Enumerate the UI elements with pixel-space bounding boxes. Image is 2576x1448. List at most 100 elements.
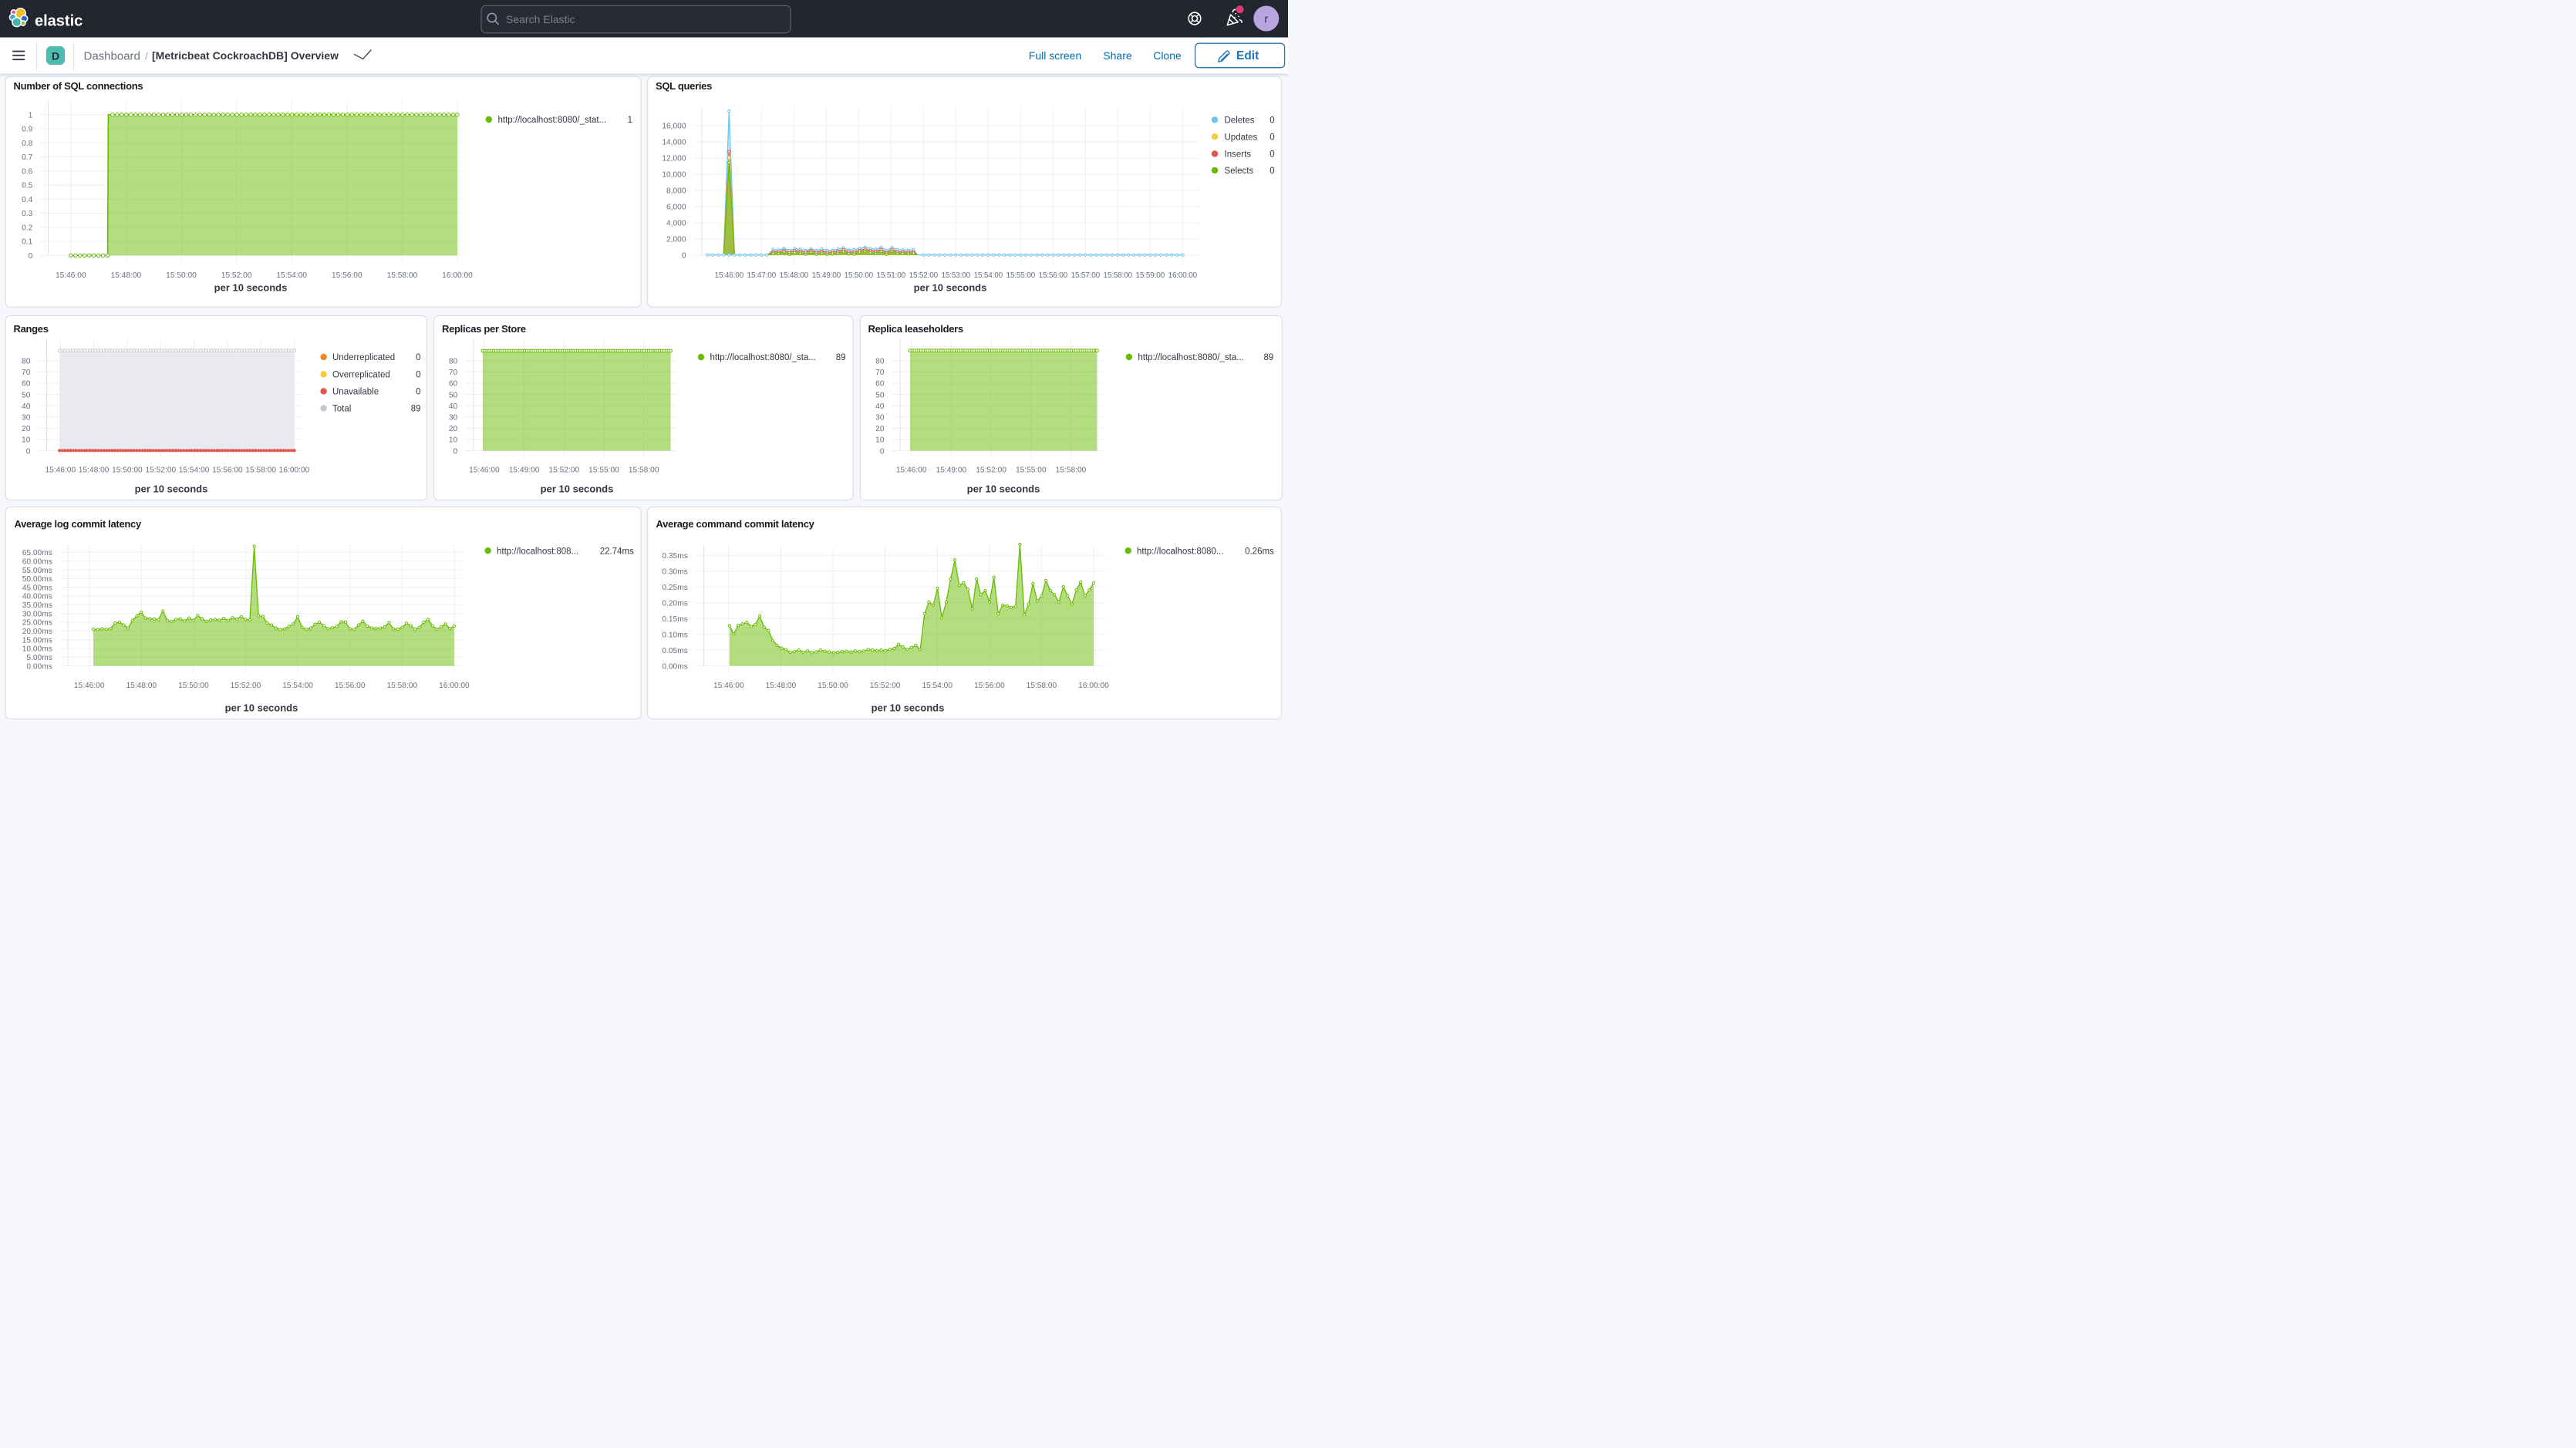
svg-text:10,000: 10,000 xyxy=(662,171,686,180)
svg-text:D: D xyxy=(52,50,59,62)
svg-text:8,000: 8,000 xyxy=(666,187,686,196)
svg-text:0: 0 xyxy=(682,252,686,261)
svg-text:15:52:00: 15:52:00 xyxy=(909,271,939,280)
svg-text:0.4: 0.4 xyxy=(22,196,32,204)
svg-text:Search Elastic: Search Elastic xyxy=(506,13,575,25)
svg-text:10.00ms: 10.00ms xyxy=(22,645,52,654)
svg-text:15:46:00: 15:46:00 xyxy=(56,271,86,280)
svg-text:15:52:00: 15:52:00 xyxy=(870,682,901,690)
svg-text:10: 10 xyxy=(875,436,885,445)
svg-text:60.00ms: 60.00ms xyxy=(22,558,52,567)
svg-text:15:48:00: 15:48:00 xyxy=(79,466,110,475)
svg-text:15:50:00: 15:50:00 xyxy=(845,271,874,280)
svg-text:0: 0 xyxy=(1269,150,1274,160)
svg-text:15:58:00: 15:58:00 xyxy=(387,271,418,280)
svg-text:30: 30 xyxy=(449,414,458,423)
svg-text:Overreplicated: Overreplicated xyxy=(332,371,390,380)
svg-text:15:46:00: 15:46:00 xyxy=(896,466,927,475)
svg-text:16:00:00: 16:00:00 xyxy=(439,682,470,690)
svg-text:10: 10 xyxy=(22,436,31,445)
svg-text:40: 40 xyxy=(875,402,885,411)
svg-text:15:55:00: 15:55:00 xyxy=(588,466,619,475)
svg-text:16:00:00: 16:00:00 xyxy=(1078,682,1109,690)
svg-text:12,000: 12,000 xyxy=(662,155,686,163)
svg-text:Updates: Updates xyxy=(1225,133,1258,142)
svg-text:20.00ms: 20.00ms xyxy=(22,628,52,636)
svg-text:Replicas per Store: Replicas per Store xyxy=(442,323,526,335)
svg-text:0.5: 0.5 xyxy=(22,182,32,190)
svg-text:15:52:00: 15:52:00 xyxy=(548,466,579,475)
svg-text:Average log commit latency: Average log commit latency xyxy=(15,518,142,530)
svg-text:15:58:00: 15:58:00 xyxy=(629,466,659,475)
svg-text:Edit: Edit xyxy=(1236,49,1259,62)
svg-text:per 10 seconds: per 10 seconds xyxy=(872,702,945,714)
svg-text:20: 20 xyxy=(449,425,458,433)
svg-text:15:50:00: 15:50:00 xyxy=(818,682,848,690)
svg-text:0: 0 xyxy=(453,447,458,456)
svg-text:0.15ms: 0.15ms xyxy=(662,615,687,624)
svg-text:0.9: 0.9 xyxy=(22,126,32,134)
svg-text:15:49:00: 15:49:00 xyxy=(812,271,841,280)
svg-text:89: 89 xyxy=(411,405,421,414)
svg-text:15:52:00: 15:52:00 xyxy=(231,682,261,690)
svg-text:Full screen: Full screen xyxy=(1029,49,1081,62)
svg-text:6,000: 6,000 xyxy=(666,204,686,212)
svg-text:15:52:00: 15:52:00 xyxy=(221,271,252,280)
svg-text:30: 30 xyxy=(22,414,31,423)
svg-text:22.74ms: 22.74ms xyxy=(600,547,634,556)
svg-text:15:48:00: 15:48:00 xyxy=(126,682,157,690)
svg-text:15:46:00: 15:46:00 xyxy=(74,682,105,690)
svg-text:15:54:00: 15:54:00 xyxy=(974,271,1003,280)
svg-text:15:48:00: 15:48:00 xyxy=(780,271,809,280)
svg-text:15:55:00: 15:55:00 xyxy=(1006,271,1036,280)
svg-text:0: 0 xyxy=(416,371,420,380)
svg-text:16,000: 16,000 xyxy=(662,123,686,131)
svg-text:Number of SQL connections: Number of SQL connections xyxy=(14,80,143,92)
svg-text:30: 30 xyxy=(875,414,885,423)
svg-text:/: / xyxy=(145,50,148,62)
svg-text:http://localhost:808...: http://localhost:808... xyxy=(497,547,578,556)
svg-text:15:50:00: 15:50:00 xyxy=(112,466,143,475)
svg-text:0.1: 0.1 xyxy=(22,238,32,247)
svg-text:http://localhost:8080/_sta...: http://localhost:8080/_sta... xyxy=(1138,353,1243,362)
svg-text:0.00ms: 0.00ms xyxy=(26,662,52,671)
svg-text:70: 70 xyxy=(22,369,31,377)
svg-text:45.00ms: 45.00ms xyxy=(22,584,52,592)
svg-text:15:58:00: 15:58:00 xyxy=(386,682,417,690)
svg-text:16:00:00: 16:00:00 xyxy=(442,271,473,280)
svg-text:1: 1 xyxy=(29,111,33,120)
svg-text:15:56:00: 15:56:00 xyxy=(335,682,366,690)
svg-text:0.7: 0.7 xyxy=(22,153,32,162)
svg-text:15:56:00: 15:56:00 xyxy=(1039,271,1068,280)
svg-text:Underreplicated: Underreplicated xyxy=(332,353,395,362)
svg-text:65.00ms: 65.00ms xyxy=(22,549,52,557)
svg-text:0.3: 0.3 xyxy=(22,210,32,218)
svg-text:15:58:00: 15:58:00 xyxy=(1056,466,1087,475)
svg-text:35.00ms: 35.00ms xyxy=(22,601,52,610)
svg-text:10: 10 xyxy=(449,436,458,445)
svg-text:15:53:00: 15:53:00 xyxy=(942,271,971,280)
svg-text:Share: Share xyxy=(1103,49,1132,62)
svg-text:0: 0 xyxy=(1269,116,1274,126)
svg-text:5.00ms: 5.00ms xyxy=(26,654,52,662)
svg-text:15:52:00: 15:52:00 xyxy=(145,466,176,475)
svg-text:0: 0 xyxy=(880,447,885,456)
svg-text:0.10ms: 0.10ms xyxy=(662,631,687,639)
svg-text:0: 0 xyxy=(1269,167,1274,176)
svg-text:0.05ms: 0.05ms xyxy=(662,647,687,655)
svg-text:16:00:00: 16:00:00 xyxy=(279,466,310,475)
svg-text:15:48:00: 15:48:00 xyxy=(111,271,142,280)
svg-text:Dashboard: Dashboard xyxy=(84,50,140,63)
svg-text:89: 89 xyxy=(1264,353,1274,362)
svg-text:per 10 seconds: per 10 seconds xyxy=(225,702,298,714)
svg-text:0: 0 xyxy=(416,388,420,397)
svg-text:15:47:00: 15:47:00 xyxy=(747,271,777,280)
svg-text:Deletes: Deletes xyxy=(1225,116,1255,126)
svg-text:15:54:00: 15:54:00 xyxy=(179,466,210,475)
svg-text:2,000: 2,000 xyxy=(666,236,686,244)
svg-text:16:00:00: 16:00:00 xyxy=(1168,271,1198,280)
svg-text:15:48:00: 15:48:00 xyxy=(766,682,797,690)
svg-text:[Metricbeat CockroachDB] Overv: [Metricbeat CockroachDB] Overview xyxy=(152,49,339,62)
svg-text:15:50:00: 15:50:00 xyxy=(178,682,209,690)
svg-text:15:49:00: 15:49:00 xyxy=(509,466,540,475)
